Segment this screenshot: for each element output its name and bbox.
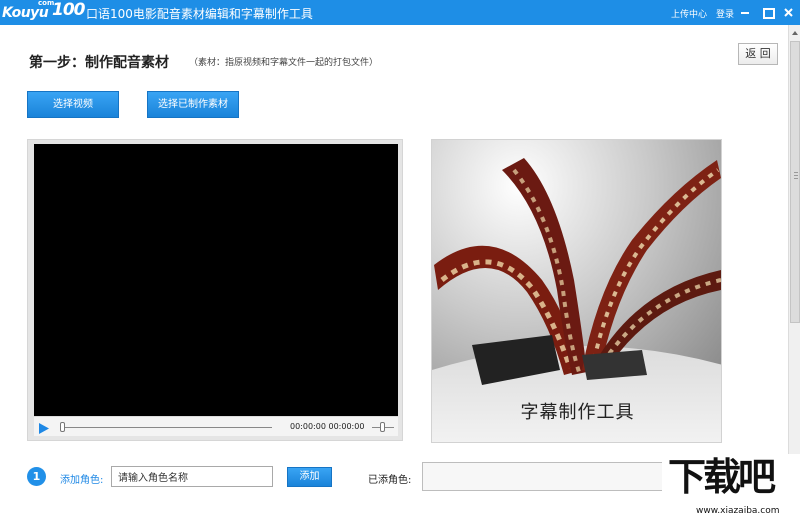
upload-center-link[interactable]: 上传中心 — [671, 7, 707, 20]
close-icon[interactable] — [781, 4, 795, 20]
watermark-url: www.xiazaiba.com — [696, 506, 780, 516]
logo-number: 100 — [52, 0, 85, 20]
app-title: 口语100电影配音素材编辑和字幕制作工具 — [86, 7, 313, 21]
login-link[interactable]: 登录 — [716, 7, 734, 20]
role-name-input[interactable] — [111, 466, 273, 487]
main-content: 第一步：制作配音素材 （素材：指原视频和字幕文件一起的打包文件） 返 回 选择视… — [0, 25, 788, 520]
watermark-text: 下载吧 — [668, 455, 776, 499]
progress-bar[interactable] — [62, 427, 272, 428]
back-button[interactable]: 返 回 — [738, 43, 778, 65]
logo-text: Kouyu — [2, 5, 49, 21]
video-player: 00:00:00 00:00:00 — [27, 139, 403, 441]
scroll-thumb[interactable] — [790, 41, 800, 323]
play-icon[interactable] — [38, 420, 50, 434]
scroll-grip — [794, 172, 798, 173]
kouyu100-logo: Kouyu com 100 — [2, 0, 85, 25]
step-number-badge: 1 — [27, 467, 46, 486]
select-video-button[interactable]: 选择视频 — [27, 91, 119, 118]
title-bar: Kouyu com 100 口语100电影配音素材编辑和字幕制作工具 上传中心 … — [0, 0, 800, 25]
minimize-icon[interactable] — [738, 4, 752, 20]
volume-handle[interactable] — [380, 422, 385, 432]
select-material-button[interactable]: 选择已制作素材 — [147, 91, 239, 118]
scroll-up-arrow-icon[interactable] — [789, 25, 800, 39]
video-screen[interactable] — [34, 144, 398, 416]
maximize-icon[interactable] — [760, 4, 775, 20]
page-title: 第一步：制作配音素材 — [29, 55, 169, 71]
vertical-scrollbar[interactable] — [788, 25, 800, 520]
added-roles-label: 已添角色: — [368, 475, 412, 486]
banner-caption: 字幕制作工具 — [520, 402, 635, 423]
site-watermark: 下载吧 www.xiazaiba.com — [662, 454, 800, 520]
progress-handle[interactable] — [60, 422, 65, 432]
time-display: 00:00:00 00:00:00 — [290, 422, 365, 431]
player-controls: 00:00:00 00:00:00 — [34, 416, 398, 436]
promo-banner-image: 字幕制作工具 — [431, 139, 722, 443]
add-role-label: 添加角色: — [60, 475, 104, 486]
add-role-button[interactable]: 添加 — [287, 467, 332, 487]
step-description: （素材：指原视频和字幕文件一起的打包文件） — [189, 58, 379, 68]
